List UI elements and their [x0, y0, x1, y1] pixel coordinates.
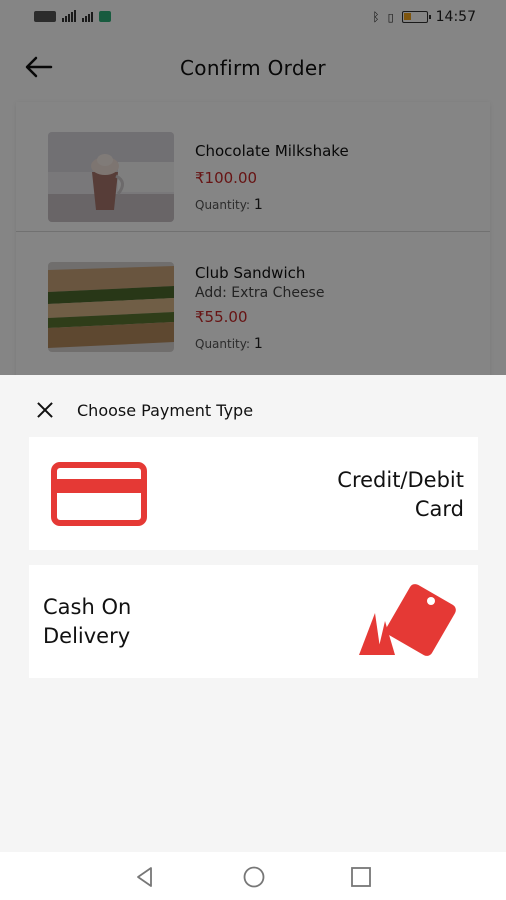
sheet-header: Choose Payment Type: [0, 375, 506, 435]
recents-square-icon[interactable]: [348, 864, 374, 890]
system-nav-bar: [0, 852, 506, 900]
cod-option-label: Cash On Delivery: [43, 593, 131, 651]
dim-overlay[interactable]: [0, 0, 506, 375]
back-triangle-icon[interactable]: [132, 864, 158, 890]
credit-debit-card-option[interactable]: Credit/Debit Card: [29, 437, 478, 550]
order-screen: ᛒ ▯ 14:57 Confirm Order Chocolate Milksh…: [0, 0, 506, 375]
cod-label-line1: Cash On: [43, 595, 132, 619]
credit-card-icon: [51, 462, 147, 526]
close-icon[interactable]: [34, 399, 56, 421]
card-label-line2: Card: [414, 497, 464, 521]
home-circle-icon[interactable]: [241, 864, 267, 890]
cash-tag-icon: [355, 583, 461, 663]
card-option-label: Credit/Debit Card: [337, 466, 464, 524]
cash-on-delivery-option[interactable]: Cash On Delivery: [29, 565, 478, 678]
cod-label-line2: Delivery: [43, 624, 131, 648]
card-label-line1: Credit/Debit: [337, 468, 464, 492]
payment-bottom-sheet: Choose Payment Type Credit/Debit Card Ca…: [0, 375, 506, 852]
sheet-title: Choose Payment Type: [77, 401, 254, 420]
